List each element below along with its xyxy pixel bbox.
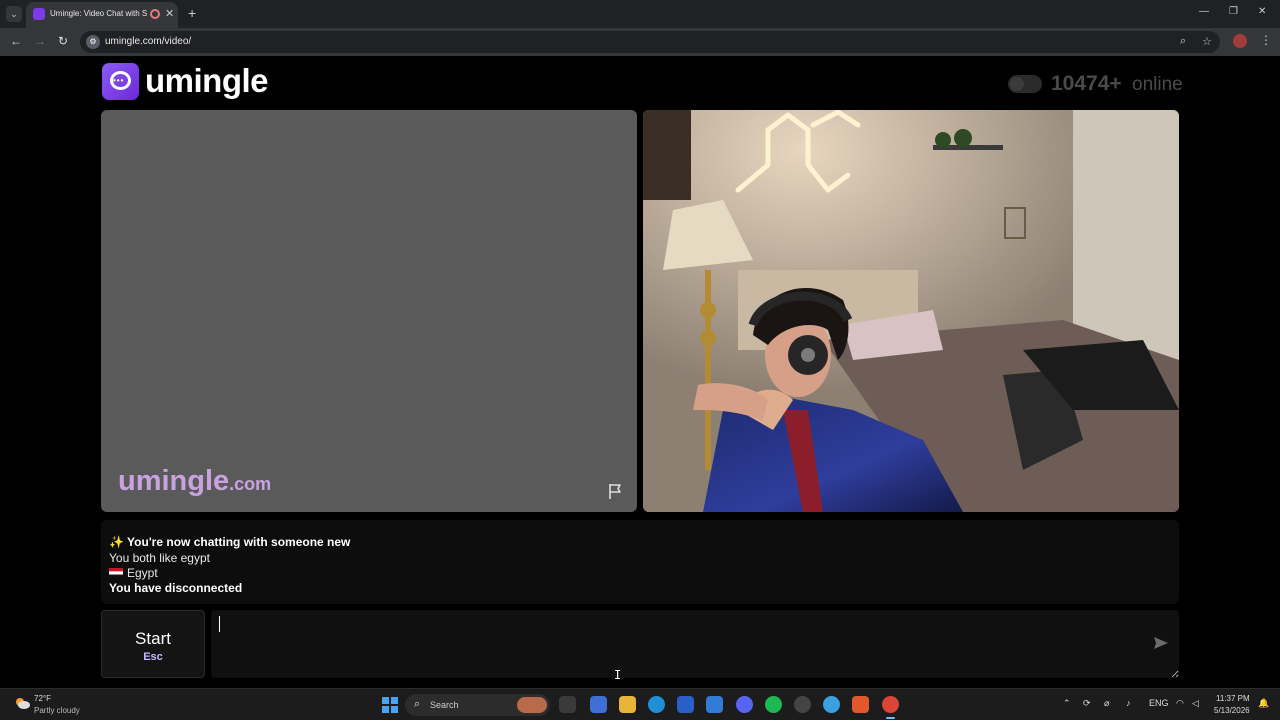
reload-icon[interactable]: ↻ bbox=[58, 34, 68, 48]
tab-list-chevron-icon[interactable]: ⌄ bbox=[6, 6, 22, 22]
microsoft-store-icon[interactable] bbox=[677, 696, 694, 713]
minimize-button[interactable]: — bbox=[1199, 6, 1209, 17]
search-icon: ⌕ bbox=[414, 698, 421, 710]
bookmark-star-icon[interactable]: ☆ bbox=[1202, 35, 1212, 48]
partly-cloudy-icon[interactable] bbox=[14, 696, 30, 710]
theme-toggle[interactable] bbox=[1008, 75, 1042, 93]
weather-description[interactable]: Partly cloudy bbox=[34, 706, 80, 715]
site-info-icon[interactable]: ⚙ bbox=[86, 35, 100, 49]
browser-toolbar: ← → ↻ ⚙ umingle.com/video/ ⌕ ☆ ⋮ bbox=[0, 28, 1280, 56]
spotify-icon[interactable] bbox=[765, 696, 782, 713]
chat-message-new-chat: ✨ You're now chatting with someone new bbox=[109, 535, 351, 549]
chat-message-country: Egypt bbox=[109, 566, 158, 580]
tab-close-icon[interactable]: ✕ bbox=[165, 7, 174, 20]
message-input[interactable] bbox=[211, 610, 1179, 678]
address-bar[interactable]: ⚙ umingle.com/video/ ⌕ ☆ bbox=[80, 31, 1220, 53]
zoom-icon[interactable]: ⌕ bbox=[1180, 35, 1186, 48]
tab-title: Umingle: Video Chat with S bbox=[50, 9, 148, 18]
text-caret bbox=[219, 616, 220, 632]
watermark-main: umingle bbox=[118, 465, 230, 497]
logo-text[interactable]: umingle bbox=[145, 62, 269, 100]
browser-tab-umingle[interactable]: Umingle: Video Chat with S ✕ bbox=[26, 2, 178, 28]
webcam-feed-image bbox=[643, 110, 1179, 512]
wifi-icon[interactable]: ◠ bbox=[1176, 698, 1184, 709]
network-icon[interactable]: ⌀ bbox=[1104, 698, 1109, 709]
browser-menu-icon[interactable]: ⋮ bbox=[1260, 33, 1272, 47]
search-highlight-image bbox=[517, 697, 547, 713]
ibeam-cursor-icon: I bbox=[614, 668, 622, 682]
report-flag-icon[interactable] bbox=[607, 482, 625, 500]
forward-arrow-icon[interactable]: → bbox=[34, 34, 46, 48]
stranger-video-panel: umingle.com bbox=[101, 110, 637, 512]
clock-time[interactable]: 11:37 PM bbox=[1216, 694, 1250, 703]
profile-avatar[interactable] bbox=[1233, 34, 1247, 48]
watermark-suffix: .com bbox=[229, 474, 272, 494]
recording-indicator-icon bbox=[150, 9, 160, 19]
notification-bell-icon[interactable]: 🔔 bbox=[1258, 698, 1269, 709]
umingle-watermark: umingle.com bbox=[118, 465, 271, 498]
taskbar-search-label: Search bbox=[430, 700, 459, 710]
weather-temperature[interactable]: 72°F bbox=[34, 694, 51, 703]
self-video-panel bbox=[643, 110, 1179, 512]
restore-button[interactable]: ❐ bbox=[1229, 6, 1238, 17]
microphone-icon[interactable]: ♪ bbox=[1126, 698, 1131, 708]
chat-message-common-interest: You both like egypt bbox=[109, 551, 210, 565]
send-icon[interactable] bbox=[1153, 636, 1169, 650]
discord-icon[interactable] bbox=[736, 696, 753, 713]
egypt-flag-icon bbox=[109, 568, 123, 578]
sync-icon[interactable]: ⟳ bbox=[1083, 698, 1091, 709]
outlook-icon[interactable] bbox=[706, 696, 723, 713]
country-name: Egypt bbox=[127, 566, 158, 580]
browser-tabbar: ⌄ Umingle: Video Chat with S ✕ + — ❐ ✕ bbox=[0, 0, 1280, 28]
online-label: online bbox=[1132, 74, 1183, 95]
new-tab-button[interactable]: + bbox=[188, 5, 196, 21]
file-explorer-icon[interactable] bbox=[619, 696, 636, 713]
windows-taskbar: 72°F Partly cloudy ⌕ Search ⌃ ⟳ ⌀ ♪ ENG … bbox=[0, 688, 1280, 720]
chrome-browser-icon[interactable] bbox=[882, 696, 899, 719]
chat-log: ✨ You're now chatting with someone new Y… bbox=[101, 520, 1179, 604]
start-button[interactable]: Start Esc bbox=[101, 610, 205, 678]
umingle-favicon-icon bbox=[33, 8, 45, 20]
chat-message-disconnected: You have disconnected bbox=[109, 581, 243, 595]
start-shortcut-label: Esc bbox=[143, 651, 163, 663]
edge-browser-icon[interactable] bbox=[648, 696, 665, 713]
close-window-button[interactable]: ✕ bbox=[1258, 6, 1266, 17]
back-arrow-icon[interactable]: ← bbox=[10, 34, 22, 48]
volume-icon[interactable]: ◁ bbox=[1192, 698, 1199, 709]
start-button-label: Start bbox=[135, 629, 171, 648]
brave-browser-icon[interactable] bbox=[852, 696, 869, 713]
app-icon[interactable] bbox=[823, 696, 840, 713]
url-text: umingle.com/video/ bbox=[105, 36, 192, 47]
windows-start-icon[interactable] bbox=[382, 697, 398, 713]
show-hidden-icons-chevron-icon[interactable]: ⌃ bbox=[1063, 698, 1071, 709]
steam-icon[interactable] bbox=[794, 696, 811, 713]
online-count: 10474+ bbox=[1051, 72, 1122, 95]
task-view-icon[interactable] bbox=[559, 696, 576, 713]
taskbar-search-box[interactable]: ⌕ Search bbox=[405, 694, 550, 716]
umingle-logo-icon[interactable]: ••• bbox=[102, 63, 139, 100]
widgets-app-icon[interactable] bbox=[590, 696, 607, 713]
language-indicator[interactable]: ENG bbox=[1149, 698, 1169, 708]
clock-date[interactable]: 5/13/2026 bbox=[1214, 706, 1250, 715]
